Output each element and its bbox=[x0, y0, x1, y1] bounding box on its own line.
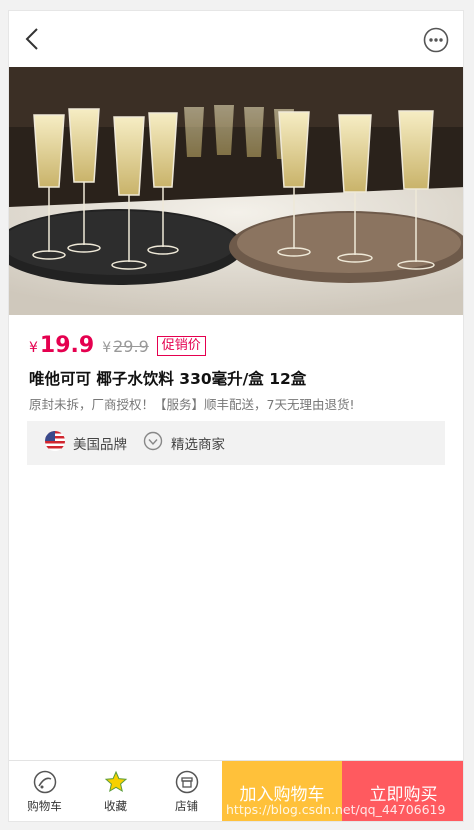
promo-badge: 促销价 bbox=[156, 336, 206, 356]
cart-tab[interactable]: 购物车 bbox=[9, 761, 80, 821]
original-price-currency: ¥ bbox=[102, 340, 112, 356]
badge-us-brand: 美国品牌 bbox=[45, 431, 127, 455]
more-dots-icon bbox=[423, 27, 449, 53]
back-button[interactable] bbox=[21, 25, 45, 53]
product-title: 唯他可可 椰子水饮料 330毫升/盒 12盒 bbox=[29, 370, 307, 388]
check-circle-icon bbox=[143, 431, 163, 455]
badge-label: 精选商家 bbox=[171, 437, 225, 453]
cart-label: 购物车 bbox=[27, 799, 62, 813]
price-currency: ¥ bbox=[29, 340, 38, 356]
favorite-tab[interactable]: 收藏 bbox=[80, 761, 151, 821]
cart-icon bbox=[33, 770, 56, 794]
badge-label: 美国品牌 bbox=[73, 437, 127, 453]
us-flag-icon bbox=[45, 431, 65, 455]
top-nav bbox=[9, 11, 463, 67]
badge-selected-merchant: 精选商家 bbox=[143, 431, 225, 455]
original-price: 29.9 bbox=[113, 337, 149, 356]
current-price: 19.9 bbox=[39, 333, 95, 358]
favorite-label: 收藏 bbox=[104, 799, 127, 813]
watermark-text: https://blog.csdn.net/qq_44706619 bbox=[226, 802, 446, 817]
product-subtitle: 原封未拆，厂商授权！【服务】顺丰配送，7天无理由退货! bbox=[29, 397, 355, 412]
shop-tab[interactable]: 店铺 bbox=[151, 761, 222, 821]
product-image-carousel[interactable] bbox=[9, 67, 463, 315]
product-page: ¥ 19.9 ¥ 29.9 促销价 唯他可可 椰子水饮料 330毫升/盒 12盒… bbox=[8, 10, 464, 822]
more-options-button[interactable] bbox=[423, 27, 449, 53]
shop-icon bbox=[175, 770, 198, 794]
star-icon bbox=[104, 770, 127, 793]
champagne-glasses-photo bbox=[9, 67, 463, 315]
price-row: ¥ 19.9 ¥ 29.9 促销价 bbox=[29, 333, 206, 363]
brand-badges: 美国品牌 精选商家 bbox=[27, 421, 445, 465]
chevron-left-icon bbox=[25, 28, 38, 50]
shop-label: 店铺 bbox=[175, 799, 198, 813]
